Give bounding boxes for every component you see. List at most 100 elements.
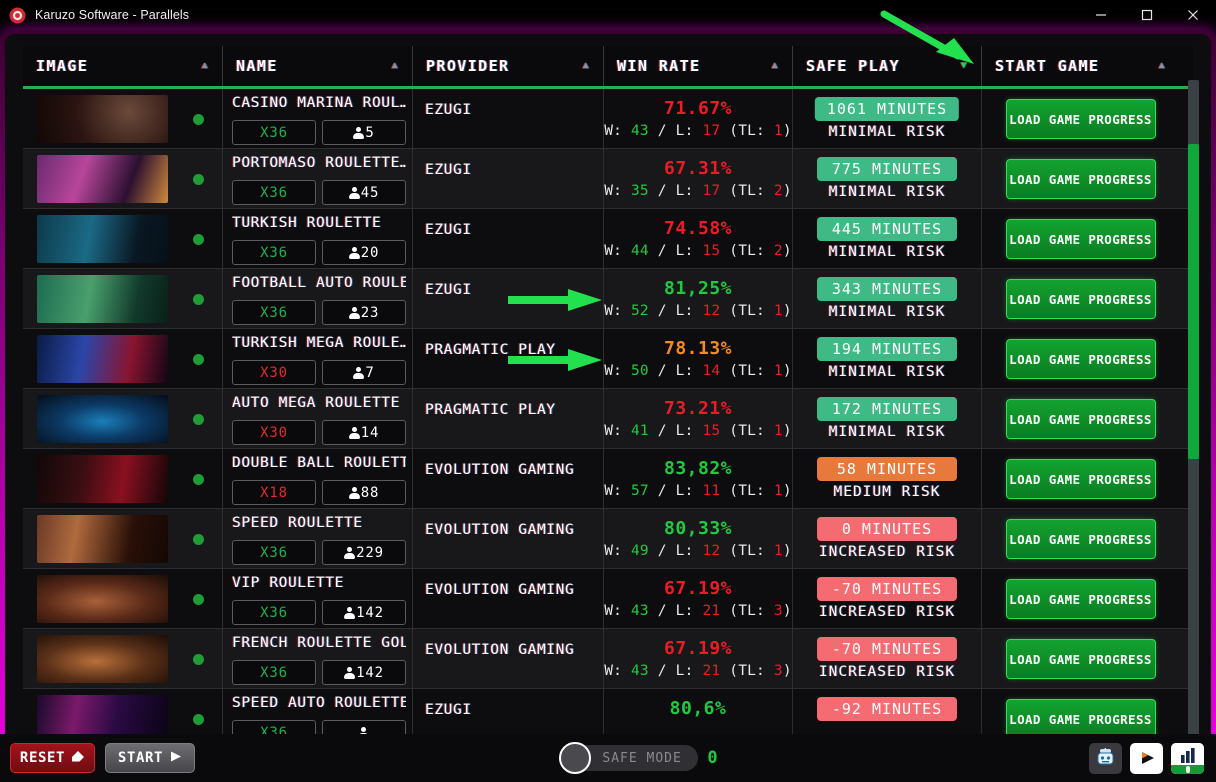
players-badge: 229 <box>322 540 406 565</box>
column-header-win-rate[interactable]: WIN RATE ▲ <box>604 46 793 86</box>
wins-value: 50 <box>630 363 649 379</box>
cell-start-game: LOAD GAME PROGRESS <box>982 209 1179 268</box>
column-header-name[interactable]: NAME ▲ <box>223 46 413 86</box>
multiplier-badge: X36 <box>232 180 316 205</box>
win-loss-detail: W: 43 / L: 21 (TL: 3) <box>604 603 792 619</box>
chevron-up-icon[interactable]: ▲ <box>583 61 590 71</box>
table-row[interactable]: FOOTBALL AUTO ROULE… X36 23 EZUGI 81,25% W: 5… <box>23 269 1193 329</box>
safe-mode-control[interactable]: SAFE MODE 0 <box>559 742 718 774</box>
game-name: PORTOMASO ROULETTE… <box>232 155 406 171</box>
load-game-progress-button[interactable]: LOAD GAME PROGRESS <box>1005 399 1156 439</box>
win-loss-detail: W: 49 / L: 12 (TL: 1) <box>604 543 792 559</box>
cell-win-rate: 67.31% W: 35 / L: 17 (TL: 2) <box>604 149 793 208</box>
losses-value: 21 <box>702 603 721 619</box>
chevron-up-icon[interactable]: ▲ <box>1159 61 1166 71</box>
load-game-progress-button[interactable]: LOAD GAME PROGRESS <box>1005 699 1156 738</box>
game-badges: X36 142 <box>232 660 406 685</box>
cell-safe-play: 0 MINUTES INCREASED RISK <box>793 509 982 568</box>
table-row[interactable]: SPEED AUTO ROULETTE X36 EZUGI 80,6% -92 MINU… <box>23 689 1193 738</box>
table-row[interactable]: FRENCH ROULETTE GOLD X36 142 EVOLUTION GAMI… <box>23 629 1193 689</box>
game-name: VIP ROULETTE <box>232 575 344 591</box>
table-row[interactable]: SPEED ROULETTE X36 229 EVOLUTION GAMING 80,3… <box>23 509 1193 569</box>
close-icon[interactable] <box>1170 0 1216 30</box>
vertical-scrollbar[interactable] <box>1188 80 1199 740</box>
win-rate-value: 67.19% <box>663 638 733 659</box>
players-count: 88 <box>360 484 380 501</box>
chevron-up-icon[interactable]: ▲ <box>392 61 399 71</box>
chevron-up-icon[interactable]: ▲ <box>772 61 779 71</box>
game-name: AUTO MEGA ROULETTE <box>232 395 400 411</box>
game-badges: X36 5 <box>232 120 406 145</box>
column-header-provider[interactable]: PROVIDER ▲ <box>413 46 604 86</box>
load-game-progress-button[interactable]: LOAD GAME PROGRESS <box>1005 339 1156 379</box>
win-loss-detail: W: 35 / L: 17 (TL: 2) <box>604 183 792 199</box>
column-header-start-game[interactable]: START GAME ▲ <box>982 46 1179 86</box>
wins-value: 57 <box>630 483 649 499</box>
provider-name: EVOLUTION GAMING <box>425 462 575 478</box>
column-header-safe-play[interactable]: SAFE PLAY ▼ <box>793 46 982 86</box>
cell-provider: EZUGI <box>413 89 604 148</box>
cell-start-game: LOAD GAME PROGRESS <box>982 329 1179 388</box>
cell-safe-play: 775 MINUTES MINIMAL RISK <box>793 149 982 208</box>
load-game-progress-button[interactable]: LOAD GAME PROGRESS <box>1005 279 1156 319</box>
cell-provider: EVOLUTION GAMING <box>413 569 604 628</box>
minimize-icon[interactable] <box>1078 0 1124 30</box>
cell-name: DOUBLE BALL ROULETTE X18 88 <box>223 449 413 508</box>
table-header-row: IMAGE ▲ NAME ▲ PROVIDER ▲ WIN RATE ▲ SAFE PLAY ▼ S… <box>23 46 1193 89</box>
risk-label: MINIMAL RISK <box>828 244 946 260</box>
reset-button[interactable]: RESET <box>10 743 95 773</box>
load-game-progress-button[interactable]: LOAD GAME PROGRESS <box>1005 99 1156 139</box>
losses-value: 11 <box>702 483 721 499</box>
safe-mode-toggle[interactable]: SAFE MODE <box>559 742 699 774</box>
players-count: 7 <box>365 364 375 381</box>
provider-name: PRAGMATIC PLAY <box>425 402 556 418</box>
maximize-icon[interactable] <box>1124 0 1170 30</box>
online-status-indicator <box>193 413 204 425</box>
safe-mode-toggle-knob[interactable] <box>559 742 592 774</box>
chevron-down-icon[interactable]: ▼ <box>961 61 968 71</box>
table-row[interactable]: CASINO MARINA ROUL… X36 5 EZUGI 71.67% W: 43 … <box>23 89 1193 149</box>
start-button[interactable]: START <box>105 743 195 773</box>
chevron-up-icon[interactable]: ▲ <box>202 61 209 71</box>
game-name: CASINO MARINA ROUL… <box>232 95 406 111</box>
table-row[interactable]: DOUBLE BALL ROULETTE X18 88 EVOLUTION GAMIN… <box>23 449 1193 509</box>
multiplier-badge: X36 <box>232 600 316 625</box>
column-header-image[interactable]: IMAGE ▲ <box>23 46 223 86</box>
person-icon <box>348 186 360 199</box>
multiplier-badge: X36 <box>232 120 316 145</box>
cell-image <box>23 89 223 148</box>
load-game-progress-button[interactable]: LOAD GAME PROGRESS <box>1005 519 1156 559</box>
win-rate-value: 81,25% <box>663 278 733 299</box>
risk-label: MINIMAL RISK <box>828 124 946 140</box>
table-row[interactable]: TURKISH ROULETTE X36 20 EZUGI 74.58% W: 44 / … <box>23 209 1193 269</box>
person-icon <box>353 126 365 139</box>
risk-label: MINIMAL RISK <box>828 304 946 320</box>
online-status-indicator <box>193 533 204 545</box>
cell-provider: PRAGMATIC PLAY <box>413 329 604 388</box>
bar-chart-icon[interactable] <box>1171 742 1204 774</box>
load-game-progress-button[interactable]: LOAD GAME PROGRESS <box>1005 159 1156 199</box>
losses-value: 12 <box>702 303 721 319</box>
wins-value: 44 <box>630 243 649 259</box>
robot-icon[interactable] <box>1089 742 1122 774</box>
load-game-progress-button[interactable]: LOAD GAME PROGRESS <box>1005 579 1156 619</box>
table-row[interactable]: TURKISH MEGA ROULE… X30 7 PRAGMATIC PLAY 78.… <box>23 329 1193 389</box>
game-thumbnail <box>37 395 168 443</box>
load-game-progress-button[interactable]: LOAD GAME PROGRESS <box>1005 639 1156 679</box>
table-row[interactable]: PORTOMASO ROULETTE… X36 45 EZUGI 67.31% W: 35… <box>23 149 1193 209</box>
game-name: DOUBLE BALL ROULETTE <box>232 455 406 471</box>
load-game-progress-button[interactable]: LOAD GAME PROGRESS <box>1005 459 1156 499</box>
cell-start-game: LOAD GAME PROGRESS <box>982 149 1179 208</box>
cell-safe-play: 343 MINUTES MINIMAL RISK <box>793 269 982 328</box>
win-loss-detail: W: 43 / L: 21 (TL: 3) <box>604 663 792 679</box>
cell-name: AUTO MEGA ROULETTE X30 14 <box>223 389 413 448</box>
game-badges: X36 229 <box>232 540 406 565</box>
load-game-progress-button[interactable]: LOAD GAME PROGRESS <box>1005 219 1156 259</box>
scrollbar-thumb[interactable] <box>1188 144 1199 459</box>
play-icon[interactable] <box>1130 742 1163 774</box>
provider-name: PRAGMATIC PLAY <box>425 342 556 358</box>
game-thumbnail <box>37 215 168 263</box>
app-logo-icon <box>9 7 26 24</box>
table-row[interactable]: AUTO MEGA ROULETTE X30 14 PRAGMATIC PLAY 73.… <box>23 389 1193 449</box>
table-row[interactable]: VIP ROULETTE X36 142 EVOLUTION GAMING 67.19%… <box>23 569 1193 629</box>
